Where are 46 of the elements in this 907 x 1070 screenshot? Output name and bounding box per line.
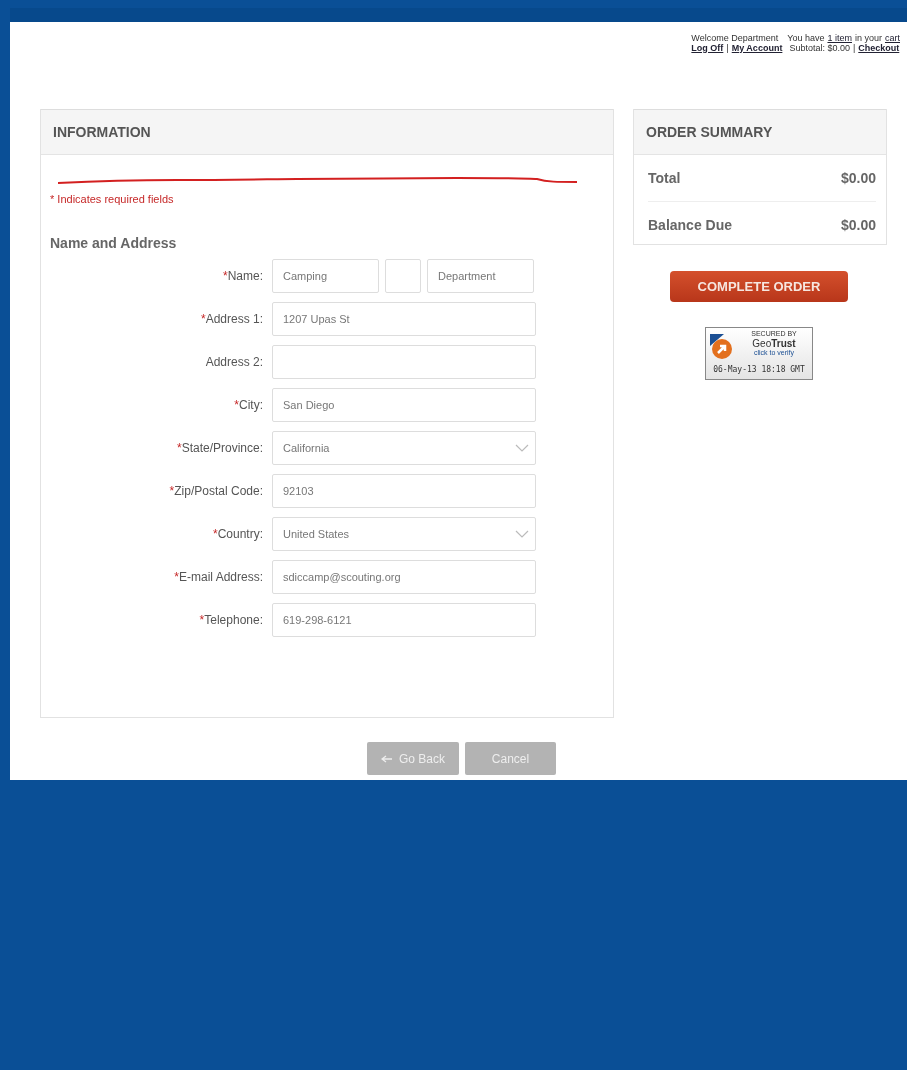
complete-order-button[interactable]: COMPLETE ORDER: [670, 271, 848, 302]
input-field[interactable]: 619-298-6121: [272, 603, 536, 637]
input-field[interactable]: 92103: [272, 474, 536, 508]
separator: |: [726, 43, 729, 53]
select-field[interactable]: United States: [272, 517, 536, 551]
separator: |: [852, 43, 856, 53]
summary-value: $0.00: [840, 217, 876, 233]
field-label: *Zip/Postal Code:: [168, 484, 263, 498]
field-label: *Address 1:: [199, 312, 263, 326]
summary-value: $0.00: [840, 170, 876, 186]
checkout-link[interactable]: Checkout: [858, 43, 900, 53]
select-field[interactable]: California: [272, 431, 536, 465]
arrow-circle-icon: [710, 334, 734, 360]
field-label: *City:: [233, 398, 263, 412]
input-field[interactable]: [272, 345, 536, 379]
welcome-text: Welcome Department: [691, 33, 779, 43]
field-label: *Name:: [222, 269, 263, 283]
cart-link[interactable]: cart: [885, 33, 900, 43]
subtotal-text: Subtotal: $0.00: [789, 43, 850, 53]
field-label: Address 2:: [204, 355, 263, 369]
input-field[interactable]: Camping: [272, 259, 379, 293]
field-label: *E-mail Address:: [173, 570, 263, 584]
input-field[interactable]: 1207 Upas St: [272, 302, 536, 336]
chevron-down-icon: [515, 444, 529, 452]
chevron-down-icon: [515, 530, 529, 538]
summary-label: Total: [648, 170, 681, 186]
panel-title: INFORMATION: [41, 109, 613, 155]
input-field[interactable]: Department: [427, 259, 534, 293]
badge-date: 06-May-13 18:18 GMT: [712, 365, 806, 376]
cart-text: You have: [787, 33, 825, 43]
my-account-link[interactable]: My Account: [731, 43, 783, 53]
summary-label: Balance Due: [648, 217, 733, 233]
cart-items-link[interactable]: 1 item: [827, 33, 852, 43]
field-label: *State/Province:: [175, 441, 263, 455]
badge-brand: GeoTrust: [752, 338, 796, 349]
field-label: *Telephone:: [198, 613, 263, 627]
log-off-link[interactable]: Log Off: [691, 43, 724, 53]
required-note: * Indicates required fields: [50, 193, 175, 205]
field-label: *Country:: [211, 527, 263, 541]
input-field[interactable]: sdiccamp@scouting.org: [272, 560, 536, 594]
cart-text: in your: [854, 33, 882, 43]
input-field[interactable]: San Diego: [272, 388, 536, 422]
panel-title: ORDER SUMMARY: [634, 109, 886, 155]
input-field[interactable]: [385, 259, 421, 293]
arrow-left-icon: [381, 754, 393, 763]
section-title: Name and Address: [50, 235, 178, 251]
